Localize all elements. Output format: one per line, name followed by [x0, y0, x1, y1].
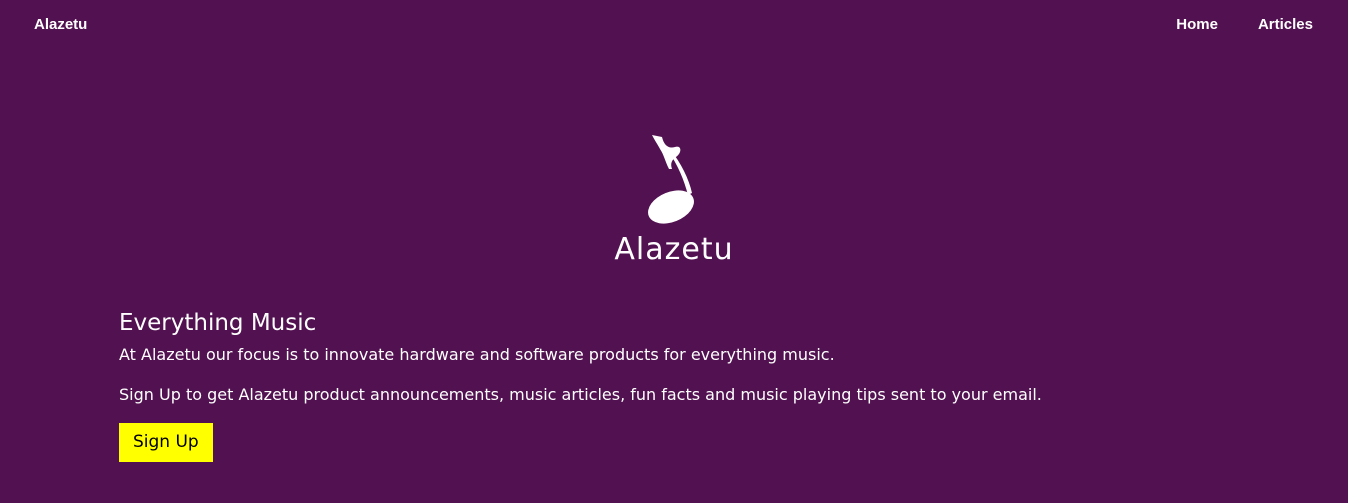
nav-link-articles[interactable]: Articles: [1258, 16, 1313, 33]
nav-link-home[interactable]: Home: [1176, 16, 1218, 33]
signup-paragraph: Sign Up to get Alazetu product announcem…: [119, 385, 1042, 404]
main-content: Everything Music At Alazetu our focus is…: [119, 307, 1119, 462]
brand-link[interactable]: Alazetu: [34, 16, 87, 33]
hero-logo: Alazetu: [560, 130, 788, 270]
sign-up-button[interactable]: Sign Up: [119, 423, 213, 462]
top-nav: Alazetu Home Articles: [0, 0, 1348, 50]
music-note-icon: [648, 135, 694, 224]
logo-text: Alazetu: [614, 232, 734, 267]
page-headline: Everything Music: [119, 310, 317, 336]
nav-links: Home Articles: [1176, 16, 1313, 33]
intro-paragraph: At Alazetu our focus is to innovate hard…: [119, 345, 835, 364]
